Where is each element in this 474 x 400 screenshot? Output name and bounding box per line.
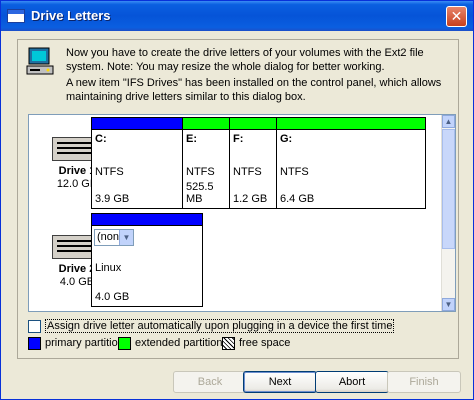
title-bar[interactable]: Drive Letters ✕ bbox=[1, 1, 473, 31]
primary-swatch bbox=[28, 337, 41, 350]
extended-bar bbox=[230, 118, 276, 130]
primary-bar bbox=[92, 118, 182, 130]
partition-f[interactable]: F: NTFS 1.2 GB bbox=[229, 117, 277, 209]
close-button[interactable]: ✕ bbox=[446, 6, 467, 27]
partition-size: 6.4 GB bbox=[280, 193, 315, 205]
partition-letter: C: bbox=[95, 133, 107, 145]
partition-c[interactable]: C: NTFS 3.9 GB bbox=[91, 117, 183, 209]
primary-bar bbox=[92, 214, 202, 226]
partition-size: 1.2 GB bbox=[233, 193, 268, 205]
partition-g[interactable]: G: NTFS 6.4 GB bbox=[276, 117, 426, 209]
extended-bar bbox=[183, 118, 229, 130]
auto-assign-checkbox[interactable] bbox=[28, 320, 41, 333]
partition-size: 3.9 GB bbox=[95, 193, 130, 205]
partition-e[interactable]: E: NTFS 525.5 MB bbox=[182, 117, 230, 209]
legend-primary-label: primary partition bbox=[45, 337, 124, 349]
partition-fs: Linux bbox=[95, 262, 122, 274]
finish-button[interactable]: Finish bbox=[387, 371, 461, 393]
scroll-thumb[interactable] bbox=[442, 129, 455, 249]
extended-swatch bbox=[118, 337, 131, 350]
content-panel: Now you have to create the drive letters… bbox=[17, 39, 459, 359]
auto-assign-label[interactable]: Assign drive letter automatically upon p… bbox=[45, 319, 395, 333]
partition-fs: NTFS bbox=[280, 166, 309, 178]
computer-disk-icon bbox=[26, 47, 54, 75]
info-line-2: A new item "IFS Drives" has been install… bbox=[66, 77, 442, 103]
extended-bar bbox=[277, 118, 425, 130]
partition-letter: G: bbox=[280, 133, 293, 145]
info-text: Now you have to create the drive letters… bbox=[66, 46, 456, 104]
abort-button[interactable]: Abort bbox=[315, 371, 389, 393]
scroll-up-icon[interactable]: ▲ bbox=[442, 115, 455, 128]
vertical-scrollbar[interactable]: ▲ ▼ bbox=[441, 115, 455, 311]
partition-size: 525.5 MB bbox=[186, 181, 214, 205]
scroll-down-icon[interactable]: ▼ bbox=[442, 298, 455, 311]
drive-letter-select[interactable]: (none ▼ bbox=[94, 229, 134, 246]
chevron-down-icon[interactable]: ▼ bbox=[119, 230, 133, 245]
dialog-window: Drive Letters ✕ Now you have to create t… bbox=[0, 0, 474, 400]
window-icon bbox=[7, 9, 25, 23]
free-space-swatch bbox=[222, 337, 235, 350]
partition-fs: NTFS bbox=[233, 166, 262, 178]
partition-fs: NTFS bbox=[186, 166, 215, 178]
partition-fs: NTFS bbox=[95, 166, 124, 178]
back-button[interactable]: Back bbox=[173, 371, 247, 393]
partition-linux[interactable]: (none ▼ Linux 4.0 GB bbox=[91, 213, 203, 307]
window-title: Drive Letters bbox=[31, 8, 111, 23]
info-line-1: Now you have to create the drive letters… bbox=[66, 47, 424, 73]
next-button[interactable]: Next bbox=[243, 371, 317, 393]
partition-size: 4.0 GB bbox=[95, 291, 130, 303]
legend-extended-label: extended partition bbox=[135, 337, 223, 349]
drive-list[interactable]: Drive 1 12.0 GB C: NTFS 3.9 GB E: NTFS 5… bbox=[28, 114, 456, 312]
partition-letter: E: bbox=[186, 133, 197, 145]
partition-letter: F: bbox=[233, 133, 244, 145]
legend-free-label: free space bbox=[239, 337, 291, 349]
